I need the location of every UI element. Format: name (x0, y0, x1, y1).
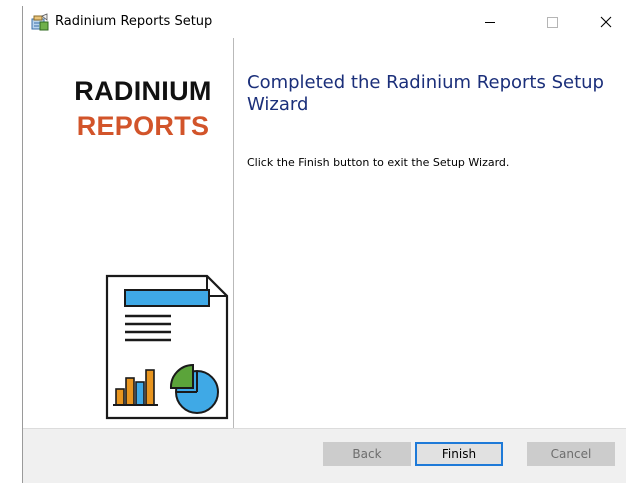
sidebar-divider (233, 38, 234, 428)
installer-package-icon (31, 13, 49, 31)
completion-message: Click the Finish button to exit the Setu… (247, 156, 510, 169)
window-title: Radinium Reports Setup (55, 14, 213, 29)
title-bar[interactable]: Radinium Reports Setup (23, 6, 626, 38)
maximize-button[interactable] (529, 6, 575, 38)
back-button[interactable]: Back (323, 442, 411, 466)
brand-logo-line2: REPORTS (76, 111, 210, 141)
report-document-icon (105, 274, 229, 420)
cancel-button[interactable]: Cancel (527, 442, 615, 466)
minimize-button[interactable] (467, 6, 513, 38)
finish-button[interactable]: Finish (415, 442, 503, 466)
setup-wizard-window: Radinium Reports Setup RADINIUM REPORTS (22, 6, 626, 483)
brand-logo-line1: RADINIUM (74, 76, 212, 106)
wizard-sidebar: RADINIUM REPORTS (23, 38, 233, 428)
page-title: Completed the Radinium Reports Setup Wiz… (247, 72, 604, 115)
close-button[interactable] (583, 6, 626, 38)
